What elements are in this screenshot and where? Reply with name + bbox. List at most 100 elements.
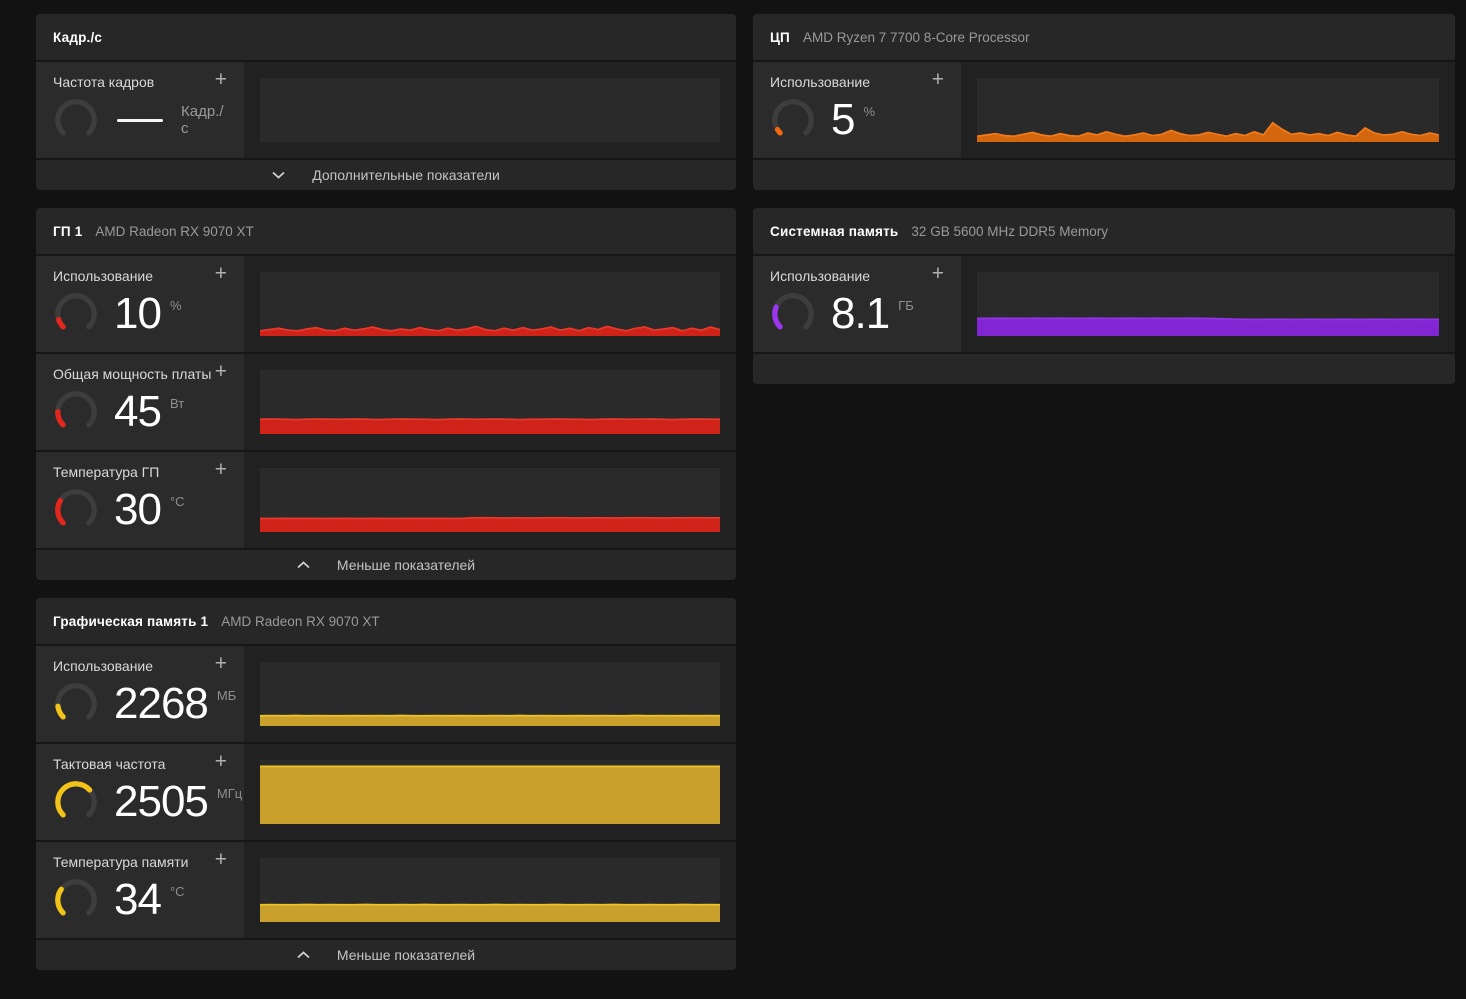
card-title: ЦП: [770, 29, 790, 45]
chevron-up-icon: [297, 951, 310, 959]
sparkline-chart: [260, 858, 720, 922]
expander-fewer-metrics[interactable]: Меньше показателей: [36, 940, 736, 970]
sparkline-chart: [260, 78, 720, 142]
metric-value: 8.1: [831, 289, 890, 338]
card-system-memory: Системная память 32 GB 5600 MHz DDR5 Mem…: [753, 208, 1455, 384]
add-metric-button[interactable]: +: [213, 653, 229, 674]
card-subtitle: AMD Ryzen 7 7700 8-Core Processor: [802, 29, 1030, 45]
left-column: Кадр./с Частота кадров + Кадр./с Дополни…: [36, 14, 736, 970]
metric-label: Использование: [53, 268, 154, 284]
add-metric-button[interactable]: +: [930, 69, 946, 90]
add-metric-button[interactable]: +: [213, 751, 229, 772]
card-title: Системная память: [770, 223, 899, 239]
card-footer: [753, 160, 1455, 190]
gauge: [53, 97, 99, 143]
metric-label: Использование: [770, 74, 871, 90]
expander-label: Меньше показателей: [336, 557, 476, 573]
metric-tile: Общая мощность платы + 45 Вт: [36, 354, 244, 450]
metric-label: Температура ГП: [53, 464, 160, 480]
sparkline-chart: [260, 468, 720, 532]
expander-label: Дополнительные показатели: [312, 167, 500, 183]
chart-region: [244, 842, 736, 938]
gauge: [53, 877, 99, 923]
gauge: [53, 779, 99, 825]
metric-tile: Использование + 5 %: [753, 62, 961, 158]
metric-unit: Кадр./с: [181, 103, 224, 137]
no-data-dash: [117, 118, 164, 122]
gauge: [53, 389, 99, 435]
metric-label: Использование: [53, 658, 154, 674]
expander-fewer-metrics[interactable]: Меньше показателей: [36, 550, 736, 580]
card-gpu: ГП 1 AMD Radeon RX 9070 XT Использование…: [36, 208, 736, 580]
sparkline-chart: [260, 760, 720, 824]
expander-more-metrics[interactable]: Дополнительные показатели: [36, 160, 736, 190]
sparkline-chart: [260, 272, 720, 336]
card-vram: Графическая память 1 AMD Radeon RX 9070 …: [36, 598, 736, 970]
chart-region: [244, 452, 736, 548]
metric-unit: МГц: [216, 785, 243, 801]
metric-tile: Частота кадров + Кадр./с: [36, 62, 244, 158]
chart-region: [244, 256, 736, 352]
metric-label: Частота кадров: [53, 74, 155, 90]
card-title: Графическая память 1: [53, 613, 209, 629]
metric-row-board-power: Общая мощность платы + 45 Вт: [36, 354, 736, 450]
metric-unit: %: [863, 103, 876, 119]
card-footer: [753, 354, 1455, 384]
metric-unit: Вт: [169, 395, 185, 411]
chart-region: [961, 256, 1455, 352]
chart-region: [961, 62, 1455, 158]
add-metric-button[interactable]: +: [213, 361, 229, 382]
add-metric-button[interactable]: +: [930, 263, 946, 284]
add-metric-button[interactable]: +: [213, 69, 229, 90]
chart-region: [244, 62, 736, 158]
metric-label: Температура памяти: [53, 854, 189, 870]
sparkline-chart: [260, 662, 720, 726]
metric-row-vram-temperature: Температура памяти + 34 °C: [36, 842, 736, 938]
card-fps-header: Кадр./с: [36, 14, 736, 60]
gauge: [53, 681, 99, 727]
metric-row-cpu-usage: Использование + 5 %: [753, 62, 1455, 158]
card-subtitle: 32 GB 5600 MHz DDR5 Memory: [911, 223, 1108, 239]
gauge: [53, 291, 99, 337]
card-fps: Кадр./с Частота кадров + Кадр./с Дополни…: [36, 14, 736, 190]
metric-tile: Тактовая частота + 2505 МГц: [36, 744, 244, 840]
card-subtitle: AMD Radeon RX 9070 XT: [221, 613, 380, 629]
card-vram-header: Графическая память 1 AMD Radeon RX 9070 …: [36, 598, 736, 644]
metric-unit: °C: [169, 493, 185, 509]
metric-tile: Использование + 2268 МБ: [36, 646, 244, 742]
sparkline-chart: [260, 370, 720, 434]
metric-tile: Температура ГП + 30 °C: [36, 452, 244, 548]
chevron-down-icon: [272, 171, 285, 179]
add-metric-button[interactable]: +: [213, 459, 229, 480]
card-system-memory-header: Системная память 32 GB 5600 MHz DDR5 Mem…: [753, 208, 1455, 254]
metric-row-gpu-temperature: Температура ГП + 30 °C: [36, 452, 736, 548]
card-gpu-header: ГП 1 AMD Radeon RX 9070 XT: [36, 208, 736, 254]
expander-label: Меньше показателей: [336, 947, 476, 963]
metric-value: 2505: [114, 777, 209, 826]
metric-row-vram-clock: Тактовая частота + 2505 МГц: [36, 744, 736, 840]
card-title: ГП 1: [53, 223, 83, 239]
gauge: [770, 291, 816, 337]
performance-metrics-page: { "ui": { "add": "+", "gauge_track": "#3…: [0, 0, 1466, 999]
add-metric-button[interactable]: +: [213, 849, 229, 870]
gauge: [770, 97, 816, 143]
metric-tile: Использование + 10 %: [36, 256, 244, 352]
metric-value: 10: [114, 289, 162, 338]
gauge: [53, 487, 99, 533]
metric-value: 45: [114, 387, 162, 436]
metric-unit: ГБ: [898, 297, 914, 313]
metric-row-frame-rate: Частота кадров + Кадр./с: [36, 62, 736, 158]
chart-region: [244, 354, 736, 450]
sparkline-chart: [977, 272, 1439, 336]
add-metric-button[interactable]: +: [213, 263, 229, 284]
chart-region: [244, 744, 736, 840]
metric-value: 2268: [114, 679, 209, 728]
metric-value: 5: [831, 95, 856, 144]
card-cpu: ЦП AMD Ryzen 7 7700 8-Core Processor Исп…: [753, 14, 1455, 190]
right-column: ЦП AMD Ryzen 7 7700 8-Core Processor Исп…: [753, 14, 1455, 384]
chevron-up-icon: [297, 561, 310, 569]
metric-label: Тактовая частота: [53, 756, 166, 772]
sparkline-chart: [977, 78, 1439, 142]
metric-row-gpu-usage: Использование + 10 %: [36, 256, 736, 352]
metric-label: Общая мощность платы: [53, 366, 212, 382]
